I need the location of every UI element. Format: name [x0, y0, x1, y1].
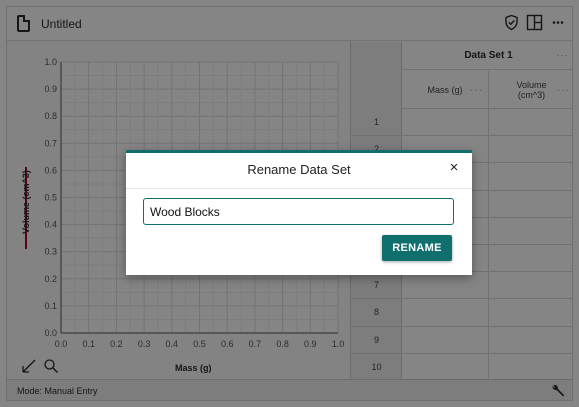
dialog-title: Rename Data Set: [247, 162, 351, 177]
close-icon[interactable]: ×: [446, 160, 462, 176]
rename-dataset-dialog: Rename Data Set × RENAME: [126, 150, 472, 275]
dialog-divider: [126, 188, 472, 189]
rename-button[interactable]: RENAME: [382, 235, 452, 261]
dataset-name-input[interactable]: [143, 198, 454, 225]
